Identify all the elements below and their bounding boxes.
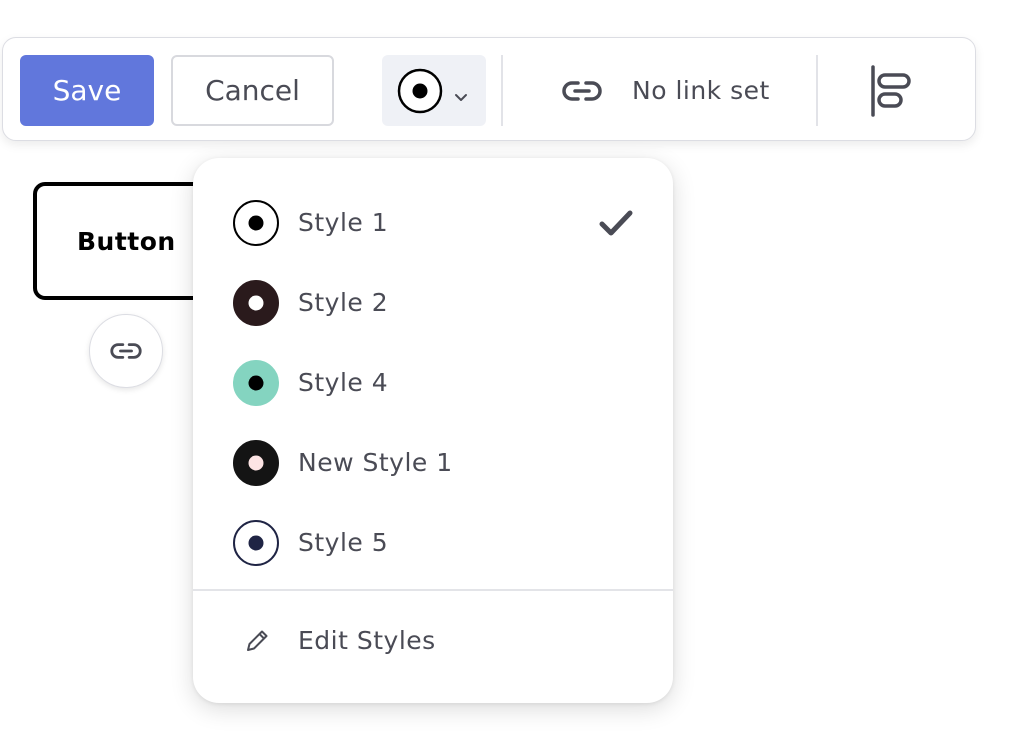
style-option-label: Style 5 <box>298 528 389 557</box>
style-option-label: Style 1 <box>298 208 389 237</box>
edit-styles-button[interactable]: Edit Styles <box>193 601 673 681</box>
radio-dot-icon <box>397 68 443 114</box>
toolbar-divider <box>501 55 503 126</box>
chevron-down-icon <box>455 94 467 101</box>
dropdown-divider <box>193 589 673 591</box>
save-button[interactable]: Save <box>20 55 154 126</box>
style-option-style-5[interactable]: Style 5 <box>193 503 673 583</box>
editor-toolbar: Save Cancel No link set <box>2 37 976 141</box>
style-swatch-icon <box>233 360 279 406</box>
toolbar-divider <box>816 55 818 126</box>
cancel-button[interactable]: Cancel <box>171 55 334 126</box>
style-option-label: Style 2 <box>298 288 389 317</box>
style-option-label: Style 4 <box>298 368 389 397</box>
style-swatch-icon <box>233 440 279 486</box>
style-option-style-2[interactable]: Style 2 <box>193 263 673 343</box>
canvas-button-label: Button <box>77 226 176 256</box>
style-option-new-style-1[interactable]: New Style 1 <box>193 423 673 503</box>
style-option-label: New Style 1 <box>298 448 453 477</box>
link-icon <box>110 343 142 359</box>
style-swatch-icon <box>233 280 279 326</box>
link-status-text: No link set <box>632 76 770 105</box>
align-left-icon[interactable] <box>863 63 919 119</box>
style-option-style-1[interactable]: Style 1 <box>193 183 673 263</box>
style-swatch-icon <box>233 200 279 246</box>
style-dropdown-menu: Style 1 Style 2 Style 4 New Style 1 Styl… <box>193 158 673 703</box>
link-icon <box>562 80 602 101</box>
checkmark-icon <box>599 210 633 236</box>
pencil-icon <box>247 630 268 651</box>
style-picker-trigger[interactable] <box>382 55 486 126</box>
link-setting[interactable]: No link set <box>558 55 788 126</box>
style-option-style-4[interactable]: Style 4 <box>193 343 673 423</box>
edit-styles-label: Edit Styles <box>298 626 436 655</box>
canvas-link-button[interactable] <box>89 314 163 388</box>
style-swatch-icon <box>233 520 279 566</box>
